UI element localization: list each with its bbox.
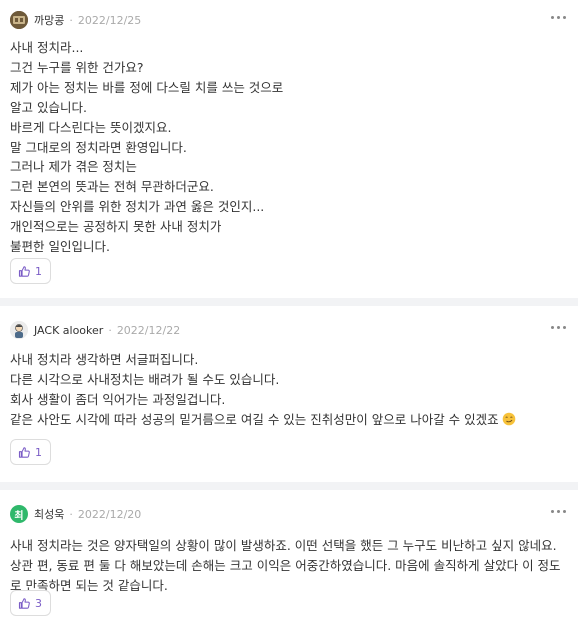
comment-divider — [0, 482, 578, 490]
comment-text: 사내 정치라는 것은 양자택일의 상황이 많이 발생하죠. 이떤 선택을 했든 … — [10, 538, 561, 593]
more-options-button[interactable] — [549, 508, 568, 515]
comment-line: 알고 있습니다. — [10, 99, 87, 115]
more-options-button[interactable] — [549, 14, 568, 21]
author-name[interactable]: JACK alooker — [34, 324, 103, 337]
comment-body: 사내 정치라... 그건 누구를 위한 건가요? 제가 아는 정치는 바를 정에… — [10, 38, 564, 257]
avatar[interactable] — [10, 321, 28, 339]
comment-line: 같은 사안도 시각에 따라 성공의 밑거름으로 여길 수 있는 진취성만이 앞으… — [10, 411, 499, 427]
comment-line: 사내 정치라... — [10, 40, 84, 55]
comment-line: 사내 정치라 생각하면 서글퍼집니다. — [10, 352, 199, 367]
comment-line: 불편한 일인입니다. — [10, 239, 110, 255]
meta-separator: · — [108, 323, 112, 337]
like-count: 1 — [35, 445, 42, 459]
smirk-emoji-icon — [502, 412, 515, 426]
comment-line: 바르게 다스린다는 뜻이겠지요. — [10, 119, 172, 135]
comment-line: 그런 본연의 뜻과는 전혀 무관하더군요. — [10, 179, 214, 195]
comment-line: 그러나 제가 겪은 정치는 — [10, 159, 137, 175]
comment-date: 2022/12/20 — [77, 507, 142, 521]
comment-line: 그건 누구를 위한 건가요? — [10, 59, 144, 75]
comment-body: 사내 정치라는 것은 양자택일의 상황이 많이 발생하죠. 이떤 선택을 했든 … — [10, 536, 564, 596]
comment-line: 회사 생활이 좀더 익어가는 과정일겁니다. — [10, 391, 226, 407]
comment-header: JACK alooker · 2022/12/22 — [10, 320, 180, 340]
comment-line: 다른 시각으로 사내정치는 배려가 될 수도 있습니다. — [10, 371, 280, 387]
avatar-character-icon — [10, 321, 28, 339]
like-button[interactable]: 1 — [10, 439, 51, 465]
thumbs-up-icon — [18, 597, 30, 609]
avatar-image-icon — [10, 11, 28, 29]
like-button[interactable]: 1 — [10, 258, 51, 284]
more-dots-icon — [551, 326, 554, 329]
like-button[interactable]: 3 — [10, 590, 51, 616]
comment-line: 말 그대로의 정치라면 환영입니다. — [10, 139, 187, 155]
like-count: 3 — [35, 596, 42, 610]
more-dots-icon — [551, 510, 554, 513]
comment-line: 자신들의 안위를 위한 정치가 과연 옳은 것인지... — [10, 199, 265, 215]
more-options-button[interactable] — [549, 324, 568, 331]
like-count: 1 — [35, 264, 42, 278]
comment-line: 제가 아는 정치는 바를 정에 다스릴 치를 쓰는 것으로 — [10, 79, 284, 95]
avatar[interactable]: 최 — [10, 505, 28, 523]
comment-item: 최 최성욱 · 2022/12/20 사내 정치라는 것은 양자택일의 상황이 … — [0, 490, 578, 633]
thumbs-up-icon — [18, 265, 30, 277]
meta-separator: · — [69, 13, 73, 27]
avatar[interactable] — [10, 11, 28, 29]
author-name[interactable]: 최성욱 — [34, 506, 64, 522]
comment-header: 최 최성욱 · 2022/12/20 — [10, 504, 141, 524]
comment-body: 사내 정치라 생각하면 서글퍼집니다. 다른 시각으로 사내정치는 배려가 될 … — [10, 350, 564, 430]
thumbs-up-icon — [18, 446, 30, 458]
comment-divider — [0, 298, 578, 306]
comment-date: 2022/12/22 — [116, 323, 181, 337]
comment-header: 까망콩 · 2022/12/25 — [10, 10, 141, 30]
comment-item: 까망콩 · 2022/12/25 사내 정치라... 그건 누구를 위한 건가요… — [0, 0, 578, 298]
comment-date: 2022/12/25 — [77, 13, 142, 27]
meta-separator: · — [69, 507, 73, 521]
more-dots-icon — [551, 16, 554, 19]
comment-item: JACK alooker · 2022/12/22 사내 정치라 생각하면 서글… — [0, 306, 578, 482]
comment-line: 개인적으로는 공정하지 못한 사내 정치가 — [10, 219, 222, 235]
author-name[interactable]: 까망콩 — [34, 12, 64, 28]
comment-line-with-emoji: 같은 사안도 시각에 따라 성공의 밑거름으로 여길 수 있는 진취성만이 앞으… — [10, 410, 564, 430]
